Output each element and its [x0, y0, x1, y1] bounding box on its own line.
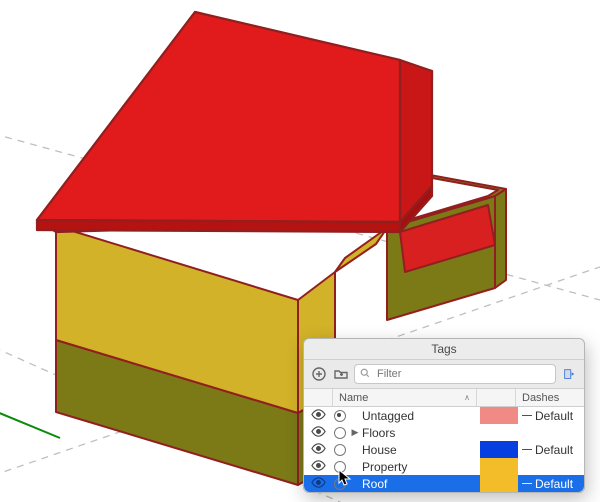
add-folder-button[interactable] [332, 365, 350, 383]
tags-panel: Tags Name ∧ Dashes Untagged Default ▶Floor… [303, 338, 585, 493]
tag-filter-input[interactable] [375, 367, 551, 381]
search-icon [359, 367, 371, 382]
tag-label: House [362, 443, 397, 457]
tag-color-swatch[interactable] [480, 424, 518, 441]
tag-label: Untagged [362, 409, 414, 423]
tag-name-cell[interactable]: House [332, 443, 480, 457]
column-header-dashes-label: Dashes [522, 392, 559, 404]
tag-row[interactable]: Untagged Default [304, 407, 584, 424]
sort-indicator-icon: ∧ [464, 393, 470, 402]
tag-dashes-cell[interactable]: Default [518, 409, 584, 423]
panel-details-button[interactable] [560, 365, 578, 383]
panel-toolbar [304, 360, 584, 389]
tag-list: Untagged Default ▶Floors House Default Proper… [304, 407, 584, 492]
tag-label: Property [362, 460, 407, 474]
tag-color-swatch[interactable] [480, 407, 518, 424]
visibility-toggle-icon[interactable] [311, 409, 326, 423]
active-tag-radio[interactable] [334, 410, 346, 422]
tag-dashes-cell[interactable]: Default [518, 443, 584, 457]
column-header-name-label: Name [339, 392, 368, 404]
column-header-visibility[interactable] [304, 389, 333, 406]
tag-color-swatch[interactable] [480, 475, 518, 492]
column-header-dashes[interactable]: Dashes [516, 389, 584, 406]
tag-filter-search[interactable] [354, 364, 556, 384]
column-headers: Name ∧ Dashes [304, 389, 584, 407]
tag-row[interactable]: ▶Floors [304, 424, 584, 441]
tag-name-cell[interactable]: Roof [332, 477, 480, 491]
active-tag-radio[interactable] [334, 461, 346, 473]
visibility-toggle-icon[interactable] [311, 443, 326, 457]
tag-name-cell[interactable]: Untagged [332, 409, 480, 423]
visibility-toggle-icon[interactable] [311, 477, 326, 491]
tag-label: Floors [362, 426, 395, 440]
visibility-toggle-icon[interactable] [311, 426, 326, 440]
visibility-toggle-icon[interactable] [311, 460, 326, 474]
tag-dashes-cell[interactable]: Default [518, 477, 584, 491]
panel-title: Tags [304, 339, 584, 360]
active-tag-radio[interactable] [334, 444, 346, 456]
tag-name-cell[interactable]: Property [332, 460, 480, 474]
tag-row[interactable]: House Default [304, 441, 584, 458]
dash-style-label: Default [535, 409, 573, 423]
tag-color-swatch[interactable] [480, 441, 518, 458]
tag-label: Roof [362, 477, 387, 491]
tag-name-cell[interactable]: ▶Floors [332, 426, 480, 440]
add-tag-button[interactable] [310, 365, 328, 383]
dash-style-label: Default [535, 477, 573, 491]
dash-style-label: Default [535, 443, 573, 457]
expand-icon[interactable]: ▶ [351, 427, 359, 438]
active-tag-radio[interactable] [334, 427, 346, 439]
column-header-name[interactable]: Name ∧ [333, 389, 477, 406]
active-tag-radio[interactable] [334, 478, 346, 490]
tag-row[interactable]: Property [304, 458, 584, 475]
tag-row[interactable]: Roof Default [304, 475, 584, 492]
column-header-color[interactable] [477, 389, 516, 406]
tag-color-swatch[interactable] [480, 458, 518, 475]
